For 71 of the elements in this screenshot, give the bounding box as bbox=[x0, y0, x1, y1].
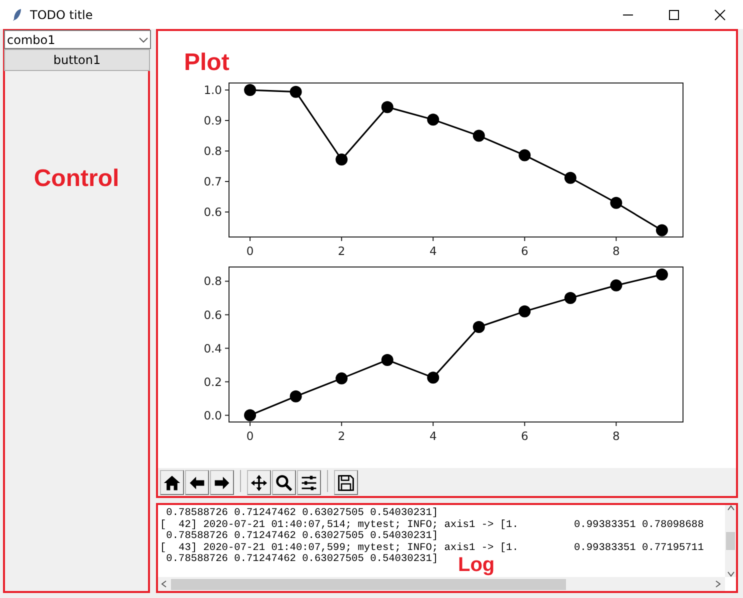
window-title: TODO title bbox=[30, 6, 94, 24]
axis-tick-label: 0.6 bbox=[204, 205, 222, 219]
data-point bbox=[564, 172, 576, 184]
data-point bbox=[244, 84, 256, 96]
data-point bbox=[244, 409, 256, 422]
axis-tick-label: 0.8 bbox=[204, 144, 222, 158]
axis-tick-label: 0.2 bbox=[204, 374, 222, 389]
data-point bbox=[290, 390, 302, 402]
axis-tick-label: 0.7 bbox=[204, 174, 222, 188]
save-button[interactable] bbox=[334, 470, 358, 495]
data-point bbox=[610, 196, 622, 209]
left-arrow-button[interactable] bbox=[185, 470, 209, 495]
close-icon bbox=[714, 8, 726, 20]
sliders-button[interactable] bbox=[297, 470, 321, 495]
log-line: [ 43] 2020-07-21 01:40:07,599; mytest; INFO; axis1 -> [1. 0.99383351 0.77195711 bbox=[160, 542, 704, 554]
save-icon bbox=[337, 474, 355, 492]
axis-tick-label: 8 bbox=[612, 429, 620, 442]
data-point bbox=[381, 101, 394, 114]
feather-icon bbox=[11, 8, 23, 22]
log-line: 0.78588726 0.71247462 0.63027505 0.54030231] bbox=[165, 531, 438, 542]
scrollbar-thumb[interactable] bbox=[726, 532, 735, 550]
data-point bbox=[290, 86, 302, 98]
panel-label: Control bbox=[32, 167, 120, 191]
axis-tick-label: 4 bbox=[429, 429, 437, 442]
data-point bbox=[518, 305, 531, 318]
axis-tick-label: 6 bbox=[520, 244, 528, 258]
move-icon bbox=[250, 474, 268, 492]
axis-tick-label: 0 bbox=[246, 244, 254, 258]
data-point bbox=[427, 372, 440, 384]
axis-tick-label: 0 bbox=[246, 429, 254, 442]
home-button[interactable] bbox=[160, 470, 184, 495]
data-point bbox=[656, 224, 668, 236]
axis-tick-label: 0.0 bbox=[204, 408, 222, 422]
panel-label: Plot bbox=[184, 51, 230, 75]
home-icon bbox=[163, 474, 181, 492]
log-line: [ 42] 2020-07-21 01:40:07,514; mytest; INFO; axis1 -> [1. 0.99383351 0.78098688 bbox=[160, 520, 704, 531]
axis-tick-label: 0.6 bbox=[204, 308, 222, 322]
search-button[interactable] bbox=[272, 470, 296, 495]
right-arrow-button[interactable] bbox=[210, 470, 234, 495]
axis-tick-label: 4 bbox=[429, 244, 437, 258]
chevron-icon bbox=[139, 36, 148, 42]
axis-tick-label: 1.0 bbox=[204, 83, 222, 98]
data-point bbox=[472, 130, 485, 142]
axis-tick-label: 2 bbox=[338, 244, 346, 258]
axis-tick-label: 6 bbox=[520, 429, 528, 442]
data-point bbox=[336, 372, 348, 384]
combo-box[interactable]: combo1 bbox=[4, 30, 151, 49]
button[interactable]: button1 bbox=[4, 49, 150, 71]
axis-tick-label: 2 bbox=[338, 429, 346, 442]
search-icon bbox=[275, 474, 293, 492]
data-point bbox=[427, 114, 440, 126]
axis-tick-label: 0.8 bbox=[204, 274, 222, 288]
sliders-icon bbox=[300, 474, 318, 492]
move-button[interactable] bbox=[247, 470, 271, 495]
data-point bbox=[656, 268, 668, 281]
data-point bbox=[381, 354, 394, 366]
log-line: 0.78588726 0.71247462 0.63027505 0.54030231] bbox=[165, 554, 438, 566]
data-point bbox=[336, 154, 348, 166]
maximize-icon bbox=[668, 8, 680, 20]
data-point bbox=[472, 321, 485, 333]
panel-label: Log bbox=[458, 555, 495, 575]
axis-tick-label: 0.9 bbox=[204, 114, 222, 128]
vertical-scrollbar[interactable] bbox=[725, 505, 736, 577]
axis-tick-label: 8 bbox=[612, 244, 620, 258]
data-point bbox=[610, 279, 622, 292]
scrollbar-thumb[interactable] bbox=[171, 578, 566, 590]
log-line: 0.78588726 0.71247462 0.63027505 0.54030231] bbox=[165, 508, 438, 520]
horizontal-scrollbar[interactable] bbox=[158, 577, 725, 591]
data-point bbox=[518, 149, 531, 162]
data-point bbox=[564, 292, 576, 304]
axis-tick-label: 0.4 bbox=[204, 341, 222, 356]
